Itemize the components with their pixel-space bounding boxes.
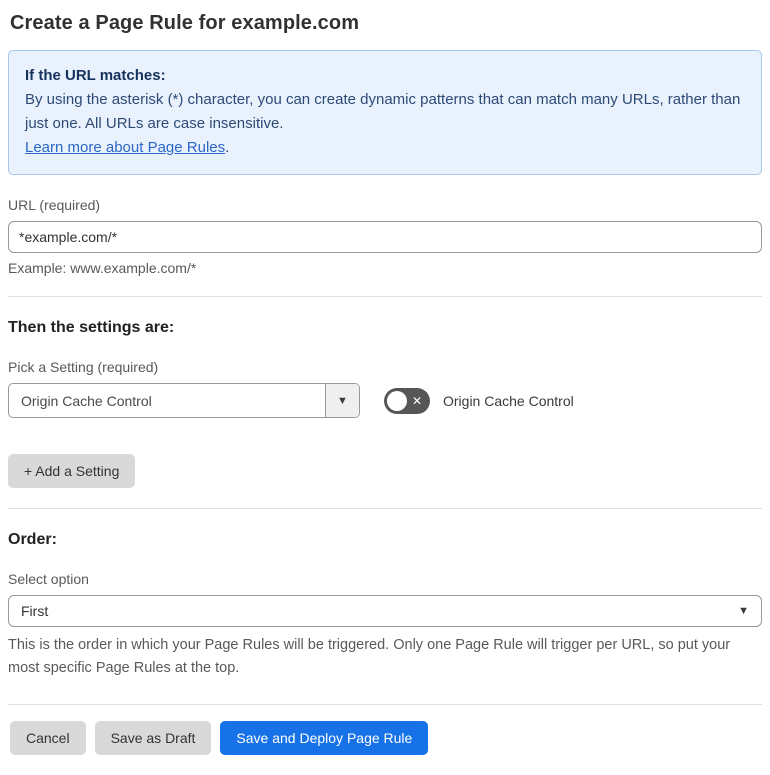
toggle-label: Origin Cache Control — [443, 392, 574, 409]
chevron-down-icon: ▼ — [337, 394, 348, 407]
info-box-heading: If the URL matches: — [25, 67, 166, 84]
info-box-link-line: Learn more about Page Rules. — [25, 136, 745, 160]
url-field-label: URL (required) — [8, 197, 101, 213]
pick-setting-label: Pick a Setting (required) — [8, 359, 159, 375]
order-select-label: Select option — [8, 571, 89, 587]
setting-picker-row: Origin Cache Control ▼ ✕ Origin Cache Co… — [8, 383, 762, 418]
setting-picker-value: Origin Cache Control — [21, 392, 152, 409]
footer-actions: Cancel Save as Draft Save and Deploy Pag… — [8, 721, 762, 755]
dropdown-arrow-button[interactable]: ▼ — [325, 384, 359, 417]
settings-section-heading: Then the settings are: — [8, 319, 175, 336]
divider — [8, 508, 762, 509]
url-match-info-box: If the URL matches: By using the asteris… — [8, 50, 762, 175]
toggle-knob — [387, 390, 407, 411]
order-select-value: First — [21, 603, 49, 619]
save-and-deploy-button[interactable]: Save and Deploy Page Rule — [220, 721, 429, 755]
cancel-button[interactable]: Cancel — [10, 721, 86, 755]
url-field-helper: Example: www.example.com/* — [8, 260, 197, 276]
learn-more-link[interactable]: Learn more about Page Rules — [25, 139, 225, 156]
url-input[interactable] — [8, 221, 762, 253]
divider — [8, 296, 762, 297]
setting-picker-dropdown[interactable]: Origin Cache Control ▼ — [8, 383, 360, 418]
order-helper-text: This is the order in which your Page Rul… — [8, 637, 731, 676]
page-title: Create a Page Rule for example.com — [10, 12, 360, 34]
save-as-draft-button[interactable]: Save as Draft — [94, 721, 212, 755]
divider — [8, 704, 762, 705]
add-setting-button[interactable]: + Add a Setting — [8, 454, 136, 488]
info-box-body: By using the asterisk (*) character, you… — [25, 91, 741, 132]
toggle-off-x-icon: ✕ — [411, 393, 422, 408]
order-select[interactable]: First ▼ — [8, 595, 762, 627]
origin-cache-control-toggle[interactable]: ✕ — [384, 387, 430, 414]
order-section-heading: Order: — [8, 531, 57, 548]
chevron-down-icon: ▼ — [738, 605, 749, 617]
link-suffix: . — [225, 139, 230, 156]
